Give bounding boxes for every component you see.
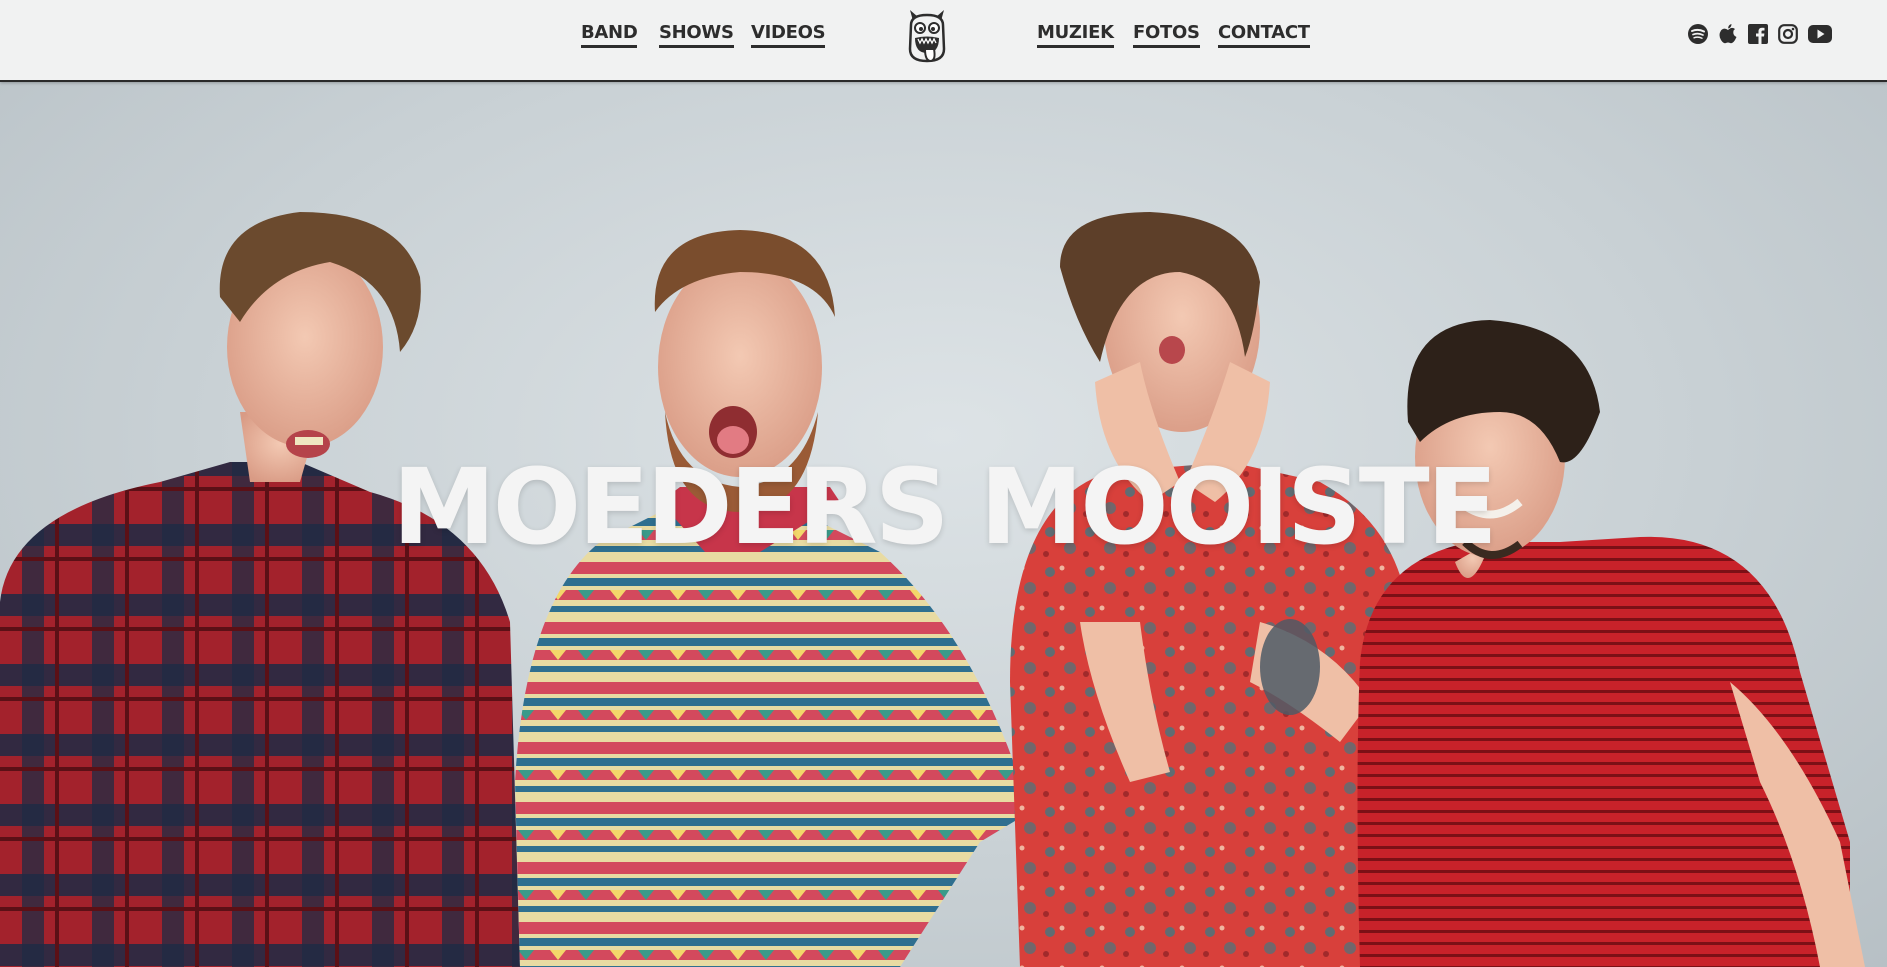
nav-contact-link[interactable]: CONTACT <box>1218 22 1310 48</box>
apple-icon[interactable] <box>1716 22 1740 46</box>
nav-muziek-link[interactable]: MUZIEK <box>1037 22 1114 48</box>
monster-logo-icon[interactable] <box>903 5 951 65</box>
instagram-icon[interactable] <box>1776 22 1800 46</box>
site-header: BAND SHOWS VIDEOS MUZIEK FOTOS CONTACT <box>0 0 1887 82</box>
band-member-2 <box>515 230 1030 967</box>
nav-videos-link[interactable]: VIDEOS <box>751 22 826 48</box>
band-member-4 <box>1357 320 1865 967</box>
spotify-icon[interactable] <box>1686 22 1710 46</box>
hero-title: MOEDERS MOOISTE <box>392 446 1497 568</box>
nav-fotos-link[interactable]: FOTOS <box>1133 22 1200 48</box>
nav-band-link[interactable]: BAND <box>581 22 638 48</box>
hero-band-photo: MOEDERS MOOISTE <box>0 82 1887 967</box>
band-member-3 <box>1010 212 1410 967</box>
youtube-icon[interactable] <box>1808 22 1832 46</box>
facebook-icon[interactable] <box>1746 22 1770 46</box>
band-member-1 <box>0 212 520 967</box>
nav-shows-link[interactable]: SHOWS <box>659 22 734 48</box>
